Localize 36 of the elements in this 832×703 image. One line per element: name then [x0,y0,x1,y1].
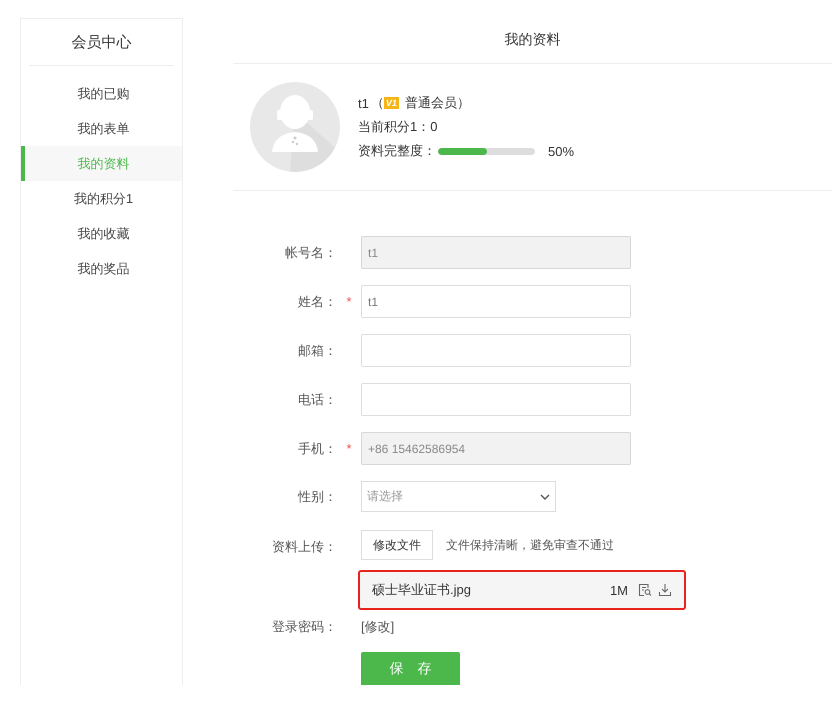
member-level: 普通会员） [404,94,470,112]
required-mark: * [345,440,353,458]
avatar-icon [250,82,340,172]
input-field[interactable]: t1 [361,285,631,318]
file-size: 1M [610,582,628,598]
chevron-down-icon [540,494,550,500]
preview-icon[interactable] [638,583,652,597]
field-label: 登录密码： [271,618,337,636]
points-text: 当前积分1：0 [358,118,438,136]
download-icon[interactable] [658,583,672,597]
required-mark: * [345,293,353,311]
page-title: 我的资料 [504,30,562,49]
sidebar-item[interactable]: 我的收藏 [21,216,182,251]
field-label: 电话： [297,391,337,409]
sidebar-item[interactable]: 我的已购 [21,76,182,111]
vip-badge: V1 [384,97,399,109]
field-label: 资料上传： [271,538,337,556]
percent-text: 50% [548,144,574,158]
field-label: 手机： [297,440,337,458]
sidebar-item[interactable]: 我的表单 [21,111,182,146]
username: t1 [358,96,369,110]
field-label: 性别： [296,488,337,506]
completeness-label: 资料完整度： [358,142,436,160]
sidebar-title: 会员中心 [70,33,132,53]
file-name: 硕士毕业证书.jpg [372,581,472,599]
field-label: 姓名： [297,293,337,311]
field-label: 邮箱： [297,342,337,360]
upload-button[interactable]: 修改文件 [361,530,433,560]
input-field[interactable] [361,383,631,416]
paren: （ [370,94,384,112]
sidebar-item[interactable]: 我的积分1 [21,181,182,216]
input-field[interactable] [361,334,631,367]
change-link[interactable]: [修改] [361,616,394,638]
sidebar-item[interactable]: 我的奖品 [21,251,182,286]
field-label: 帐号名： [284,244,337,262]
upload-hint: 文件保持清晰，避免审查不通过 [446,536,614,554]
